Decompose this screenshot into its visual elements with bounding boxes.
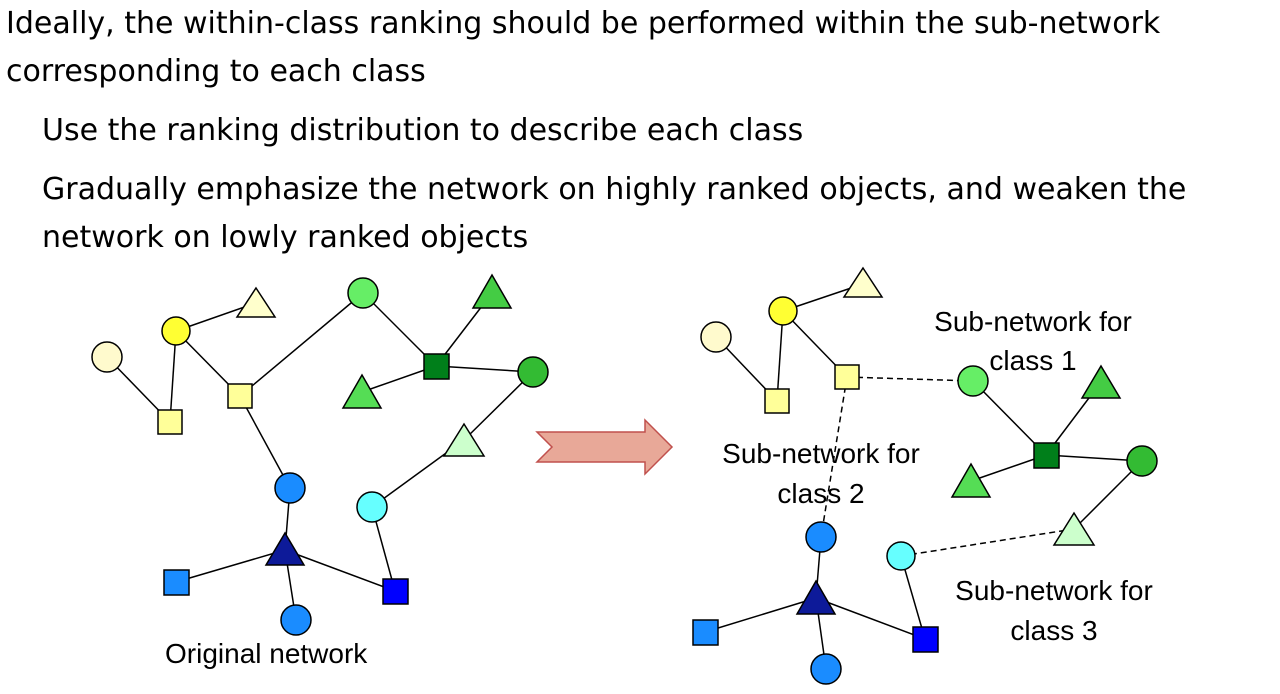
node-triangle-dark-blue	[264, 531, 306, 566]
node-circle-pale-yellow	[91, 341, 123, 373]
node-square-dark-green	[423, 353, 450, 380]
edge	[175, 549, 286, 583]
node-circle-light-green	[957, 365, 989, 397]
node-triangle-green	[950, 462, 992, 498]
node-square-dark-blue	[912, 626, 939, 653]
edge	[284, 549, 396, 592]
node-circle-pale-yellow	[700, 321, 732, 353]
node-square-blue	[692, 619, 719, 646]
node-triangle-dark-blue	[795, 579, 837, 615]
node-square-yellow	[227, 383, 253, 409]
dashed-edge	[900, 528, 1075, 557]
edge	[704, 597, 817, 633]
node-square-yellow	[834, 364, 860, 390]
node-square-dark-blue	[382, 578, 409, 605]
node-square-yellow	[157, 409, 183, 435]
node-triangle-green	[471, 273, 513, 309]
node-triangle-green	[341, 373, 383, 409]
node-circle-yellow	[768, 296, 798, 326]
node-square-dark-green	[1033, 442, 1060, 469]
edge	[815, 597, 926, 640]
node-circle-green	[1126, 445, 1158, 477]
node-circle-green	[517, 356, 549, 388]
node-circle-blue	[280, 604, 312, 636]
node-triangle-pale-yellow	[842, 266, 884, 298]
node-circle-blue	[810, 653, 842, 685]
original-network-caption: Original network	[165, 638, 368, 669]
node-triangle-pale-green	[1052, 511, 1096, 546]
original-network	[91, 273, 549, 636]
node-square-blue	[163, 569, 190, 596]
node-circle-blue	[274, 472, 306, 504]
node-circle-cyan	[356, 491, 388, 523]
class-1-label-line-2: class 1	[989, 345, 1076, 376]
node-triangle-pale-yellow	[235, 286, 277, 318]
node-circle-light-green	[347, 277, 379, 309]
node-square-yellow	[764, 388, 790, 414]
node-circle-blue	[805, 521, 837, 553]
class-2-label-line-2: class 2	[777, 478, 864, 509]
class-3-label-line-1: Sub-network for	[955, 575, 1153, 606]
class-1-label-line-1: Sub-network for	[934, 306, 1132, 337]
class-3-label-line-2: class 3	[1010, 615, 1097, 646]
node-triangle-pale-green	[442, 422, 486, 457]
transform-arrow-icon	[535, 418, 674, 476]
node-circle-cyan	[886, 541, 916, 571]
dashed-edge	[846, 376, 974, 382]
node-triangle-green	[1080, 364, 1122, 399]
class-2-label-line-1: Sub-network for	[722, 438, 920, 469]
network-diagram: Original network Sub-network for class 1…	[91, 266, 1158, 685]
node-circle-yellow	[161, 316, 191, 346]
